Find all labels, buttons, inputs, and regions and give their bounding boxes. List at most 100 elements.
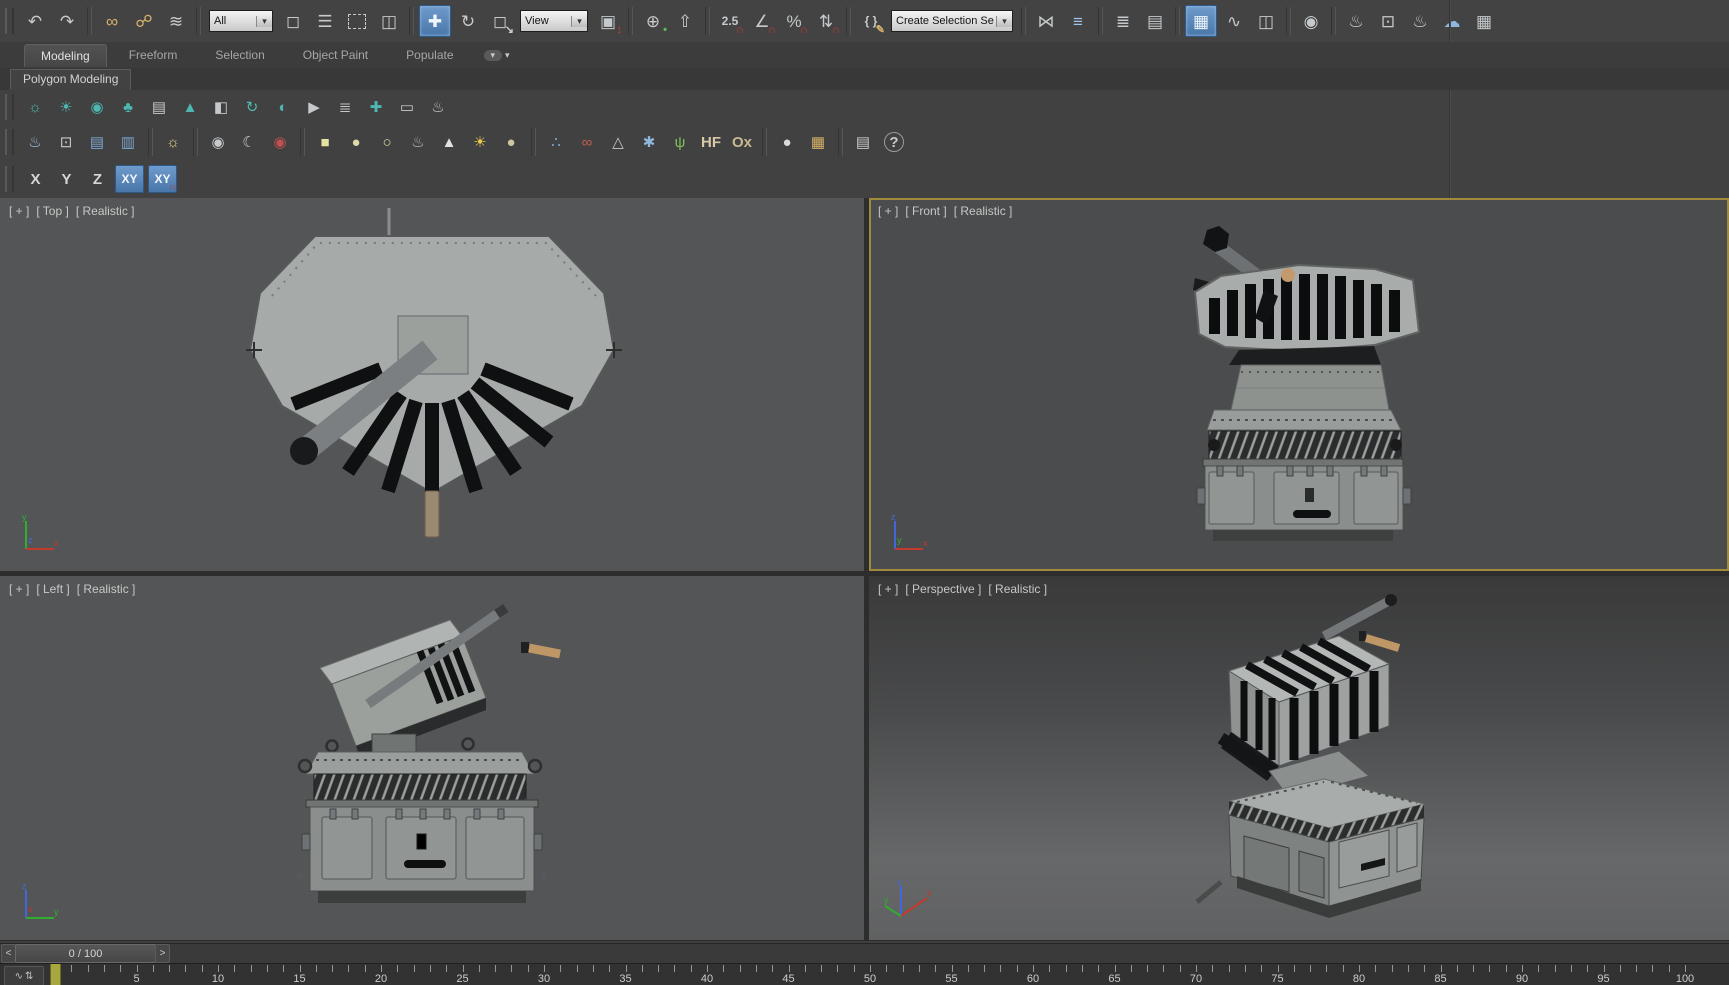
viewport-menu-plus[interactable]: [ + ] bbox=[9, 204, 29, 218]
render-gallery-icon[interactable]: ▦ bbox=[1469, 6, 1499, 36]
ribbon-overflow-button[interactable]: ▾ ▾ bbox=[483, 49, 510, 61]
time-slider-track[interactable] bbox=[0, 943, 1729, 964]
tab-modeling[interactable]: Modeling bbox=[24, 43, 107, 67]
playblast-icon[interactable]: ▶ bbox=[300, 93, 328, 121]
viewport-menu-shading[interactable]: [ Realistic ] bbox=[954, 204, 1013, 218]
axis-constraint-z[interactable]: Z bbox=[84, 166, 111, 192]
export-list-icon[interactable]: ▤ bbox=[849, 128, 877, 156]
viewport-canvas-top[interactable] bbox=[0, 198, 864, 571]
unlink-selection-icon[interactable]: ☍ bbox=[129, 6, 159, 36]
use-pivot-point-icon[interactable]: ▣ ↕ bbox=[593, 6, 623, 36]
safe-frame-icon[interactable]: ▭ bbox=[393, 93, 421, 121]
viewport-front[interactable]: [ + ] [ Front ] [ Realistic ] z x y bbox=[869, 198, 1729, 571]
help-icon[interactable]: ? bbox=[880, 128, 908, 156]
viewport-menu-shading[interactable]: [ Realistic ] bbox=[77, 582, 136, 596]
viewport-menu-plus[interactable]: [ + ] bbox=[878, 582, 898, 596]
current-frame-marker[interactable] bbox=[50, 964, 61, 985]
glass-teapot-icon[interactable]: ♨ bbox=[21, 128, 49, 156]
viewport-menu-view[interactable]: [ Top ] bbox=[36, 204, 68, 218]
mirror-icon[interactable]: ⋈ bbox=[1031, 6, 1061, 36]
arc-rotate-icon[interactable]: ↻ bbox=[238, 93, 266, 121]
tower-icon[interactable]: △ bbox=[604, 128, 632, 156]
tab-freeform[interactable]: Freeform bbox=[113, 44, 194, 66]
viewport-left[interactable]: [ + ] [ Left ] [ Realistic ] z y x bbox=[0, 576, 864, 940]
redo-icon[interactable]: ↷ bbox=[52, 6, 82, 36]
tab-object-paint[interactable]: Object Paint bbox=[287, 44, 384, 66]
chevron-down-icon[interactable]: ▾ bbox=[996, 15, 1012, 27]
sphere-light-icon[interactable]: ● bbox=[497, 128, 525, 156]
chevron-down-icon[interactable]: ▾ bbox=[256, 15, 272, 27]
camera-icon[interactable]: ◉ bbox=[204, 128, 232, 156]
tree-icon[interactable]: ▲ bbox=[176, 93, 204, 121]
spinner-snap-icon[interactable]: ⇅ ∩ bbox=[811, 6, 841, 36]
select-and-link-icon[interactable]: ∞ bbox=[97, 6, 127, 36]
toolbar-drag-handle[interactable] bbox=[5, 94, 14, 120]
edit-named-selection-sets-icon[interactable]: { } ✎ bbox=[856, 6, 886, 36]
track-bar-ruler[interactable]: 5 10 15 20 25 30 35 40 45 50 55 60 65 70 75 80 85 90 95 100 bbox=[0, 964, 1729, 985]
align-icon[interactable]: ≡ bbox=[1063, 6, 1093, 36]
layer-manager-icon[interactable]: ▤ bbox=[1140, 6, 1170, 36]
snaps-toggle-icon[interactable]: 2.5 ∩ bbox=[715, 6, 745, 36]
disc-light-icon[interactable]: ○ bbox=[373, 128, 401, 156]
tab-populate[interactable]: Populate bbox=[390, 44, 469, 66]
bind-to-space-warp-icon[interactable]: ≋ bbox=[161, 6, 191, 36]
grass-icon[interactable]: ψ bbox=[666, 128, 694, 156]
material-editor-icon[interactable]: ◉ bbox=[1296, 6, 1326, 36]
viewport-menu-view[interactable]: [ Perspective ] bbox=[905, 582, 981, 596]
axis-constraint-x[interactable]: X bbox=[22, 166, 49, 192]
dome-light-icon[interactable]: ● bbox=[342, 128, 370, 156]
cloud-fx-icon[interactable]: ✱ bbox=[635, 128, 663, 156]
chevron-down-icon[interactable]: ▾ bbox=[571, 15, 587, 27]
viewport-top[interactable]: [ + ] [ Top ] [ Realistic ] y x z bbox=[0, 198, 864, 571]
shading-icon[interactable]: ◐ bbox=[269, 93, 297, 121]
sun-positioner-icon[interactable]: ☀ bbox=[466, 128, 494, 156]
time-slider-handle[interactable]: 0 / 100 bbox=[15, 944, 156, 963]
viewport-menu-plus[interactable]: [ + ] bbox=[878, 204, 898, 218]
toolbar-drag-handle[interactable] bbox=[5, 129, 14, 155]
slate-editor-icon[interactable]: ▤ bbox=[83, 128, 111, 156]
select-and-manipulate-icon[interactable]: ⊕ • bbox=[638, 6, 668, 36]
tab-selection[interactable]: Selection bbox=[199, 44, 280, 66]
scene-explorer-icon[interactable]: ≣ bbox=[1108, 6, 1138, 36]
camera-add-icon[interactable]: ✚ bbox=[362, 93, 390, 121]
select-and-rotate-icon[interactable]: ↻ bbox=[453, 6, 483, 36]
schematic-view-icon[interactable]: ◫ bbox=[1251, 6, 1281, 36]
select-object-icon[interactable]: ◻ bbox=[278, 6, 308, 36]
hair-fur-icon[interactable]: HF bbox=[697, 128, 725, 156]
foliage-icon[interactable]: ♣ bbox=[114, 93, 142, 121]
window-crossing-toggle-icon[interactable]: ◫ bbox=[374, 6, 404, 36]
hairball-icon[interactable]: Ox bbox=[728, 128, 756, 156]
area-light-icon[interactable]: ■ bbox=[311, 128, 339, 156]
keyboard-shortcut-override-icon[interactable]: ⇧ bbox=[670, 6, 700, 36]
panel-polygon-modeling[interactable]: Polygon Modeling bbox=[10, 68, 132, 90]
light-lister-icon[interactable]: ☼ bbox=[159, 128, 187, 156]
viewport-canvas-perspective[interactable] bbox=[869, 576, 1729, 940]
light-icon[interactable]: ☼ bbox=[21, 93, 49, 121]
teapot-icon[interactable]: ♨ bbox=[424, 93, 452, 121]
viewport-menu-shading[interactable]: [ Realistic ] bbox=[76, 204, 135, 218]
camera-moon-icon[interactable]: ☾ bbox=[235, 128, 263, 156]
spreadsheet-icon[interactable]: ▤ bbox=[145, 93, 173, 121]
viewport-menu-view[interactable]: [ Left ] bbox=[36, 582, 69, 596]
reference-coordinate-dropdown[interactable]: View ▾ bbox=[520, 10, 588, 32]
selection-filter-dropdown[interactable]: All ▾ bbox=[209, 10, 273, 32]
viewport-menu-plus[interactable]: [ + ] bbox=[9, 582, 29, 596]
video-camera-icon[interactable]: ◉ bbox=[83, 93, 111, 121]
render-setup-icon[interactable]: ♨ bbox=[1341, 6, 1371, 36]
rendered-frame-window-icon[interactable]: ⊡ bbox=[1373, 6, 1403, 36]
sequence-icon[interactable]: ≣ bbox=[331, 93, 359, 121]
angle-snap-icon[interactable]: ∠ ∩ bbox=[747, 6, 777, 36]
axis-constraint-y[interactable]: Y bbox=[53, 166, 80, 192]
toolbar-drag-handle[interactable] bbox=[5, 8, 14, 34]
snaps-use-axis-constraints[interactable]: XY ∩ bbox=[148, 165, 177, 193]
red-camera-icon[interactable]: ◉ bbox=[266, 128, 294, 156]
viewport-canvas-left[interactable] bbox=[0, 576, 864, 940]
cone-icon[interactable]: ▲ bbox=[435, 128, 463, 156]
wire-teapot-icon[interactable]: ♨ bbox=[404, 128, 432, 156]
texture-palette-icon[interactable]: ▦ bbox=[804, 128, 832, 156]
axis-constraint-xy[interactable]: XY bbox=[115, 165, 144, 193]
ribbon-toggle-icon[interactable]: ▦ bbox=[1185, 5, 1217, 37]
select-and-scale-icon[interactable]: ◻ ↘ bbox=[485, 6, 515, 36]
viewport-menu-view[interactable]: [ Front ] bbox=[905, 204, 946, 218]
percent-snap-icon[interactable]: % ∩ bbox=[779, 6, 809, 36]
